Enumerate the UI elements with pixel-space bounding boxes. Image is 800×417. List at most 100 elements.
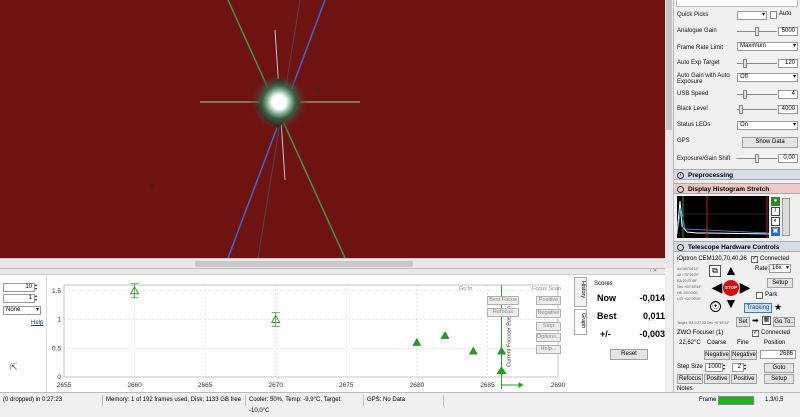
refocus-button[interactable]: Refocus xyxy=(677,374,703,384)
tracking-button[interactable]: Tracking xyxy=(744,303,772,313)
histogram-display[interactable] xyxy=(676,196,770,238)
cooler-status: Cooler: 50%, Temp: -9,9°C, Target: -10,0… xyxy=(246,395,364,414)
mount-connected-checkbox[interactable]: ✓ xyxy=(751,256,758,263)
image-viewer[interactable] xyxy=(0,0,665,258)
north-arrow-button[interactable]: ▲ xyxy=(724,263,738,277)
step-size-input[interactable]: 1000 xyxy=(705,363,723,372)
x-tick-label: 2655 xyxy=(57,382,72,389)
analogue-gain-slider[interactable] xyxy=(737,27,777,36)
black-level-input[interactable]: 4000 xyxy=(778,105,798,114)
fine-negative-button[interactable]: Negative xyxy=(731,350,757,360)
star-icon[interactable]: ★ xyxy=(774,302,782,312)
stretch-mode-icon[interactable]: / xyxy=(771,207,780,216)
stop-button[interactable]: STOP xyxy=(723,280,739,296)
home-icon[interactable]: ⦿ xyxy=(710,301,721,312)
focus-field-2[interactable]: 1 xyxy=(3,294,35,303)
y-tick-label: 0.5 xyxy=(52,345,61,352)
mount-readout: Az 280°06'10" Alt +75°20'29" RA 20:37'45… xyxy=(677,266,707,316)
best-focus-button[interactable]: Best Focus xyxy=(487,296,519,305)
memory-status: Memory: 1 of 192 frames used, Disk: 1133… xyxy=(103,395,246,406)
fine-step-input[interactable]: 2 xyxy=(732,363,744,372)
auto-stretch-icon[interactable]: ● xyxy=(771,197,780,206)
help-link[interactable]: Help xyxy=(31,320,43,326)
mount-setup-button[interactable]: Setup xyxy=(767,278,793,288)
field1-spinner-icon[interactable]: ▴ ▾ xyxy=(35,283,41,292)
scan-help-button[interactable]: Help... xyxy=(536,345,561,354)
gps-status: GPS: No Data xyxy=(364,395,444,406)
vertical-scroll-thumb[interactable] xyxy=(666,0,672,130)
coarse-positive-button[interactable]: Positive xyxy=(704,374,730,384)
status-leds-select[interactable]: On xyxy=(737,121,798,130)
collapse-icon: ˆ xyxy=(677,244,684,251)
west-arrow-button[interactable]: ◀ xyxy=(710,280,724,294)
fine-positive-button[interactable]: Positive xyxy=(731,374,757,384)
quick-picks-select[interactable] xyxy=(737,11,767,20)
target-text: Target: RA 0:27:23 Dec +0°48'34" xyxy=(677,321,730,325)
x-tick-label: 2675 xyxy=(339,382,354,389)
fine-step-spinner-icon[interactable]: ▴ ▾ xyxy=(744,363,749,372)
reset-button[interactable]: Reset xyxy=(610,349,648,360)
scores-label: Scores xyxy=(594,281,613,287)
x-tick-label: 2680 xyxy=(410,382,425,389)
exposure-shift-slider[interactable] xyxy=(737,154,777,163)
star-image xyxy=(150,0,360,258)
exposure-shift-input[interactable]: 0,00 xyxy=(778,154,798,163)
rate-select[interactable]: 16x xyxy=(769,264,791,273)
telescope-header[interactable]: ˆ Telescope Hardware Controls xyxy=(674,241,800,252)
focuser-temp: 22,62°C xyxy=(679,340,701,346)
black-level-label: Black Level xyxy=(677,106,708,113)
auto-label: Auto xyxy=(779,11,792,17)
x-tick-label: 2665 xyxy=(198,382,213,389)
arrow-right-icon[interactable]: ➡ xyxy=(752,316,759,326)
east-arrow-button[interactable]: ▶ xyxy=(738,280,752,294)
goto-button[interactable]: Go To.. xyxy=(773,317,795,327)
frame-rate-select[interactable]: Maximum xyxy=(737,42,798,51)
coarse-label: Coarse xyxy=(707,340,727,346)
usb-speed-slider[interactable] xyxy=(737,90,777,99)
align-icon[interactable]: ⧉ xyxy=(709,265,721,277)
goto-refocus-button[interactable]: Refocus xyxy=(487,308,519,317)
focuser-setup-button[interactable]: Setup xyxy=(764,374,794,384)
preprocessing-header[interactable]: › Preprocessing xyxy=(674,169,800,180)
scan-stop-button[interactable]: Stop xyxy=(536,322,561,331)
auto-checkbox[interactable] xyxy=(770,11,777,19)
panel-tag[interactable]: ‹ ✕ xyxy=(650,268,657,274)
histogram-title: Display Histogram Stretch xyxy=(688,186,770,193)
park-checkbox[interactable] xyxy=(756,292,763,299)
tab-history[interactable]: History xyxy=(574,277,587,307)
top-field[interactable] xyxy=(676,0,798,7)
scan-positive-button[interactable]: Positive xyxy=(536,296,561,305)
auto-exp-slider[interactable] xyxy=(737,59,777,68)
collapse-icon: ˆ xyxy=(677,186,684,193)
auto-gain-label: Auto Gain with Auto Exposure xyxy=(677,72,730,86)
south-arrow-button[interactable]: ▼ xyxy=(724,296,738,310)
sync-icon[interactable]: ▦ xyxy=(762,316,771,325)
save-stretch-icon[interactable]: ▣ xyxy=(771,227,780,236)
auto-exp-input[interactable]: 120 xyxy=(778,59,798,68)
step-size-spinner-icon[interactable]: ▴ ▾ xyxy=(723,363,728,372)
horizontal-scrollbar[interactable] xyxy=(0,258,665,268)
focuser-connected-checkbox[interactable]: ✓ xyxy=(752,330,759,337)
show-data-button[interactable]: Show Data xyxy=(742,137,798,148)
analogue-gain-input[interactable]: 5000 xyxy=(778,27,798,36)
goto-label: Go to xyxy=(459,286,473,292)
focuser-goto-button[interactable]: Goto xyxy=(764,363,794,373)
auto-gain-select[interactable]: Off xyxy=(737,73,798,82)
focus-field-1[interactable]: 10 xyxy=(3,283,35,292)
frame-progress-fill xyxy=(719,397,753,404)
frame-rate-label: Frame Rate Limit xyxy=(677,44,724,51)
scan-options-button[interactable]: Options... xyxy=(536,333,561,342)
black-level-slider[interactable] xyxy=(737,105,777,114)
horizontal-scroll-thumb[interactable] xyxy=(195,261,413,267)
usb-speed-input[interactable]: 4 xyxy=(778,90,798,99)
coarse-negative-button[interactable]: Negative xyxy=(704,350,730,360)
focus-select[interactable]: None xyxy=(3,306,41,315)
tab-graph[interactable]: Graph xyxy=(574,309,587,335)
set-button[interactable]: Set xyxy=(736,317,750,327)
position-input[interactable]: 2686 xyxy=(760,350,796,359)
field2-spinner-icon[interactable]: ▴ ▾ xyxy=(35,294,41,303)
reset-stretch-icon[interactable]: ◐ xyxy=(771,217,780,226)
histogram-scrollbar[interactable] xyxy=(782,198,790,236)
histogram-header[interactable]: ˆ Display Histogram Stretch xyxy=(674,183,800,194)
scan-negative-button[interactable]: Negative xyxy=(536,309,561,318)
